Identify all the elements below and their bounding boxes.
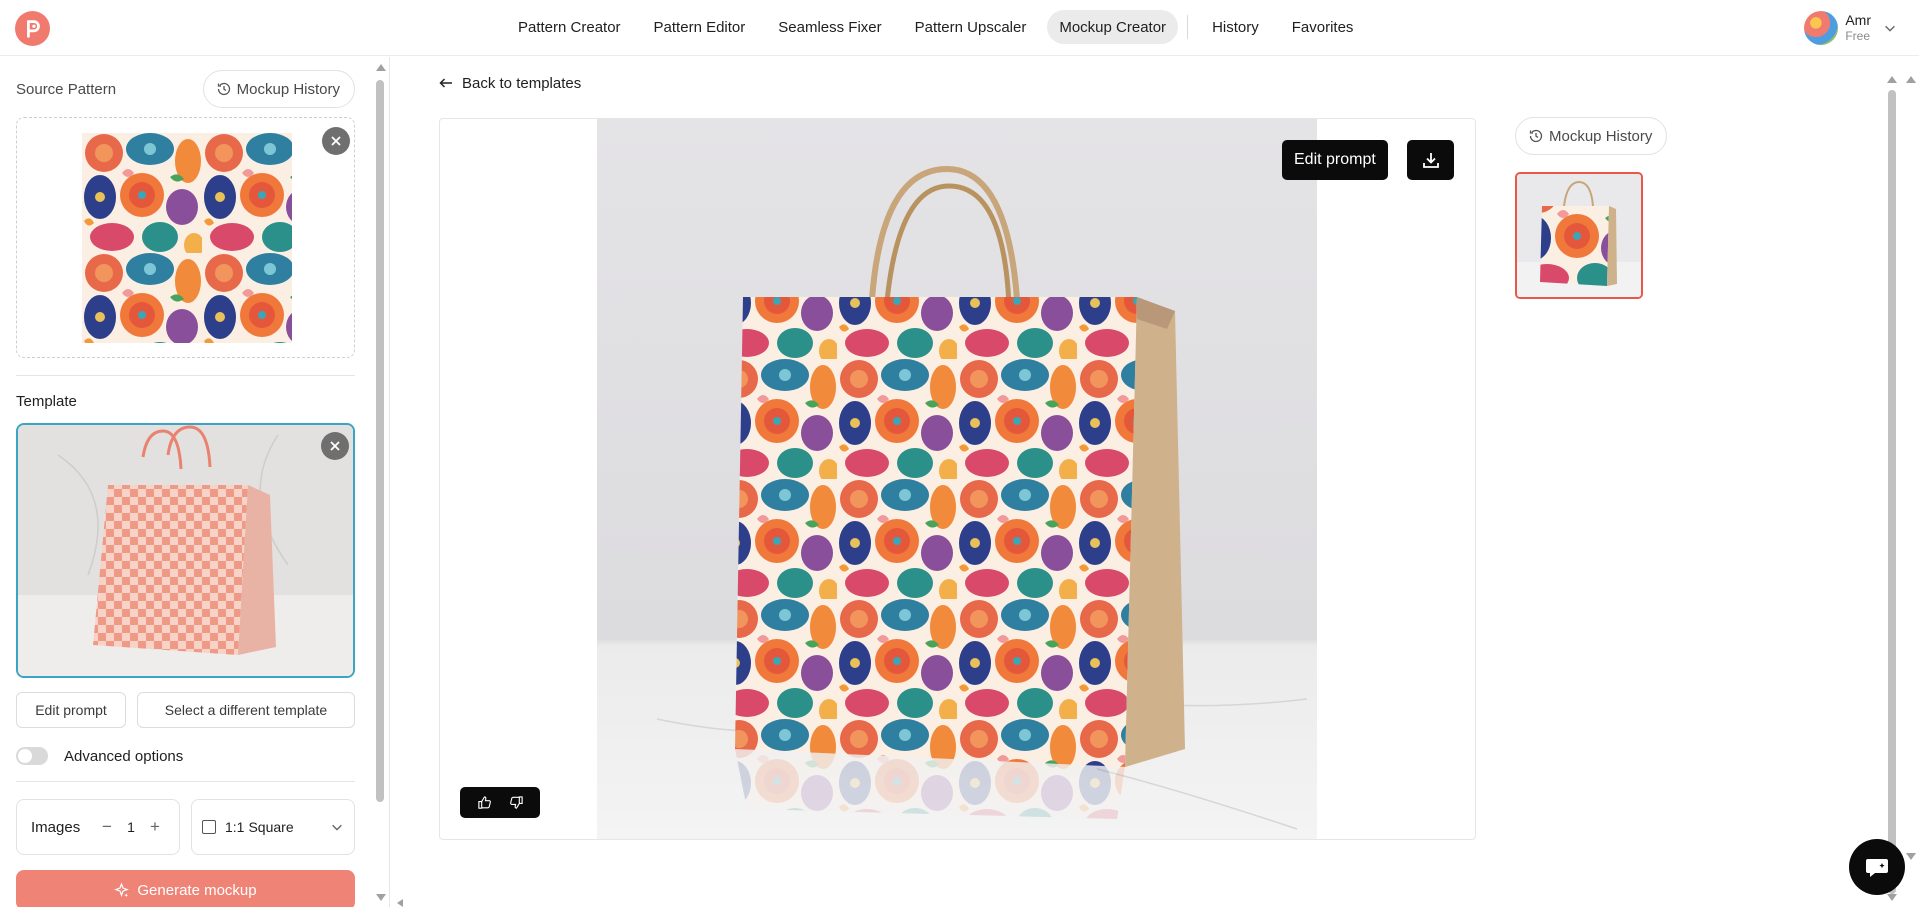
mockup-preview: [439, 118, 1476, 840]
advanced-options-toggle[interactable]: [16, 747, 48, 765]
nav-seamless-fixer[interactable]: Seamless Fixer: [766, 10, 893, 44]
outer-scroll-down-arrow[interactable]: [1906, 853, 1916, 860]
user-info: Amr Free: [1845, 12, 1871, 44]
nav-divider: [1187, 15, 1189, 39]
user-menu[interactable]: Amr Free: [1804, 9, 1897, 47]
back-to-templates-link[interactable]: Back to templates: [438, 72, 581, 94]
page-scrollbar[interactable]: [1884, 58, 1901, 907]
pattern-art: [82, 133, 292, 343]
history-icon: [217, 82, 230, 96]
generation-options: Images − 1 + 1:1 Square: [16, 799, 355, 855]
history-icon: [1529, 129, 1543, 143]
logo-glyph: [26, 19, 40, 38]
edit-prompt-button[interactable]: Edit prompt: [1282, 140, 1388, 180]
thumbs-up-icon[interactable]: [475, 794, 493, 812]
chat-icon: [1866, 859, 1888, 877]
mockup-result-image: [597, 119, 1317, 839]
advanced-options-label: Advanced options: [64, 747, 184, 765]
mockup-history-button-left[interactable]: Mockup History: [202, 70, 355, 108]
edit-prompt-button-left[interactable]: Edit prompt: [16, 692, 126, 728]
chat-support-button[interactable]: [1849, 839, 1905, 895]
images-label: Images: [31, 818, 81, 836]
avatar: [1804, 11, 1839, 45]
source-pattern-image: [82, 133, 292, 343]
source-pattern-label: Source Pattern: [16, 80, 117, 98]
history-thumbnail[interactable]: [1515, 172, 1643, 299]
scroll-down-arrow[interactable]: [376, 894, 386, 901]
select-template-button[interactable]: Select a different template: [137, 692, 355, 728]
back-to-templates-label: Back to templates: [462, 74, 582, 92]
feedback-buttons: [460, 787, 540, 818]
ratio-value: 1:1: [225, 819, 245, 835]
remove-template-button[interactable]: [321, 432, 349, 460]
close-icon: [330, 441, 340, 451]
left-panel: Source Pattern Mockup History Template E…: [0, 57, 390, 907]
images-count-control: Images − 1 +: [16, 799, 180, 855]
selected-template[interactable]: [16, 423, 355, 678]
images-stepper: − 1 +: [97, 817, 165, 837]
scroll-up-arrow[interactable]: [376, 64, 386, 71]
nav-pattern-editor[interactable]: Pattern Editor: [642, 10, 758, 44]
sparkle-icon: [114, 882, 130, 897]
generate-mockup-button[interactable]: Generate mockup: [16, 870, 355, 907]
main-nav: Pattern Creator Pattern Editor Seamless …: [506, 10, 1374, 44]
nav-favorites[interactable]: Favorites: [1280, 10, 1366, 44]
nav-mockup-creator[interactable]: Mockup Creator: [1047, 10, 1179, 44]
generate-mockup-label: Generate mockup: [137, 881, 257, 899]
source-pattern-header: Source Pattern Mockup History: [16, 70, 355, 108]
outer-scroll-up-arrow[interactable]: [1906, 76, 1916, 83]
square-ratio-icon: [202, 820, 216, 834]
scrollbar-thumb[interactable]: [376, 80, 384, 802]
minus-icon[interactable]: −: [97, 817, 117, 837]
nav-pattern-creator[interactable]: Pattern Creator: [506, 10, 633, 44]
top-navigation-bar: Pattern Creator Pattern Editor Seamless …: [0, 0, 1919, 56]
download-button[interactable]: [1407, 140, 1454, 180]
left-panel-scrollbar[interactable]: [372, 58, 389, 907]
mockup-render: [597, 119, 1317, 839]
scrollbar-thumb[interactable]: [1888, 90, 1896, 894]
logo-icon[interactable]: [15, 11, 50, 46]
user-name: Amr: [1845, 12, 1871, 28]
aspect-ratio-value: 1:1 Square: [202, 819, 294, 835]
mockup-history-label: Mockup History: [236, 80, 340, 98]
mockup-history-label: Mockup History: [1549, 127, 1653, 145]
nav-history[interactable]: History: [1200, 10, 1271, 44]
arrow-left-icon: [439, 78, 452, 88]
section-divider: [16, 375, 355, 376]
chevron-down-icon: [1885, 25, 1895, 32]
source-pattern-dropzone[interactable]: [16, 117, 355, 358]
nav-pattern-upscaler[interactable]: Pattern Upscaler: [903, 10, 1039, 44]
ratio-label: Square: [248, 819, 294, 835]
template-label: Template: [16, 393, 77, 410]
template-actions: Edit prompt Select a different template: [16, 692, 355, 728]
aspect-ratio-select[interactable]: 1:1 Square: [191, 799, 355, 855]
advanced-options-row: Advanced options: [16, 745, 183, 767]
user-plan: Free: [1845, 29, 1871, 43]
images-count-value: 1: [127, 819, 135, 835]
history-thumbnail-image: [1517, 174, 1641, 297]
download-icon: [1422, 153, 1439, 168]
horizontal-scrollbar[interactable]: [393, 897, 1903, 907]
mockup-history-button-right[interactable]: Mockup History: [1515, 117, 1668, 155]
plus-icon[interactable]: +: [145, 817, 165, 837]
scroll-up-arrow[interactable]: [1887, 76, 1897, 83]
chevron-down-icon: [332, 824, 342, 831]
ratio-text: 1:1 Square: [225, 819, 294, 835]
thumbs-down-icon[interactable]: [507, 794, 525, 812]
template-image: [18, 425, 353, 676]
scroll-left-arrow[interactable]: [397, 899, 403, 907]
remove-source-button[interactable]: [322, 127, 350, 155]
section-divider: [16, 781, 355, 782]
close-icon: [331, 136, 341, 146]
